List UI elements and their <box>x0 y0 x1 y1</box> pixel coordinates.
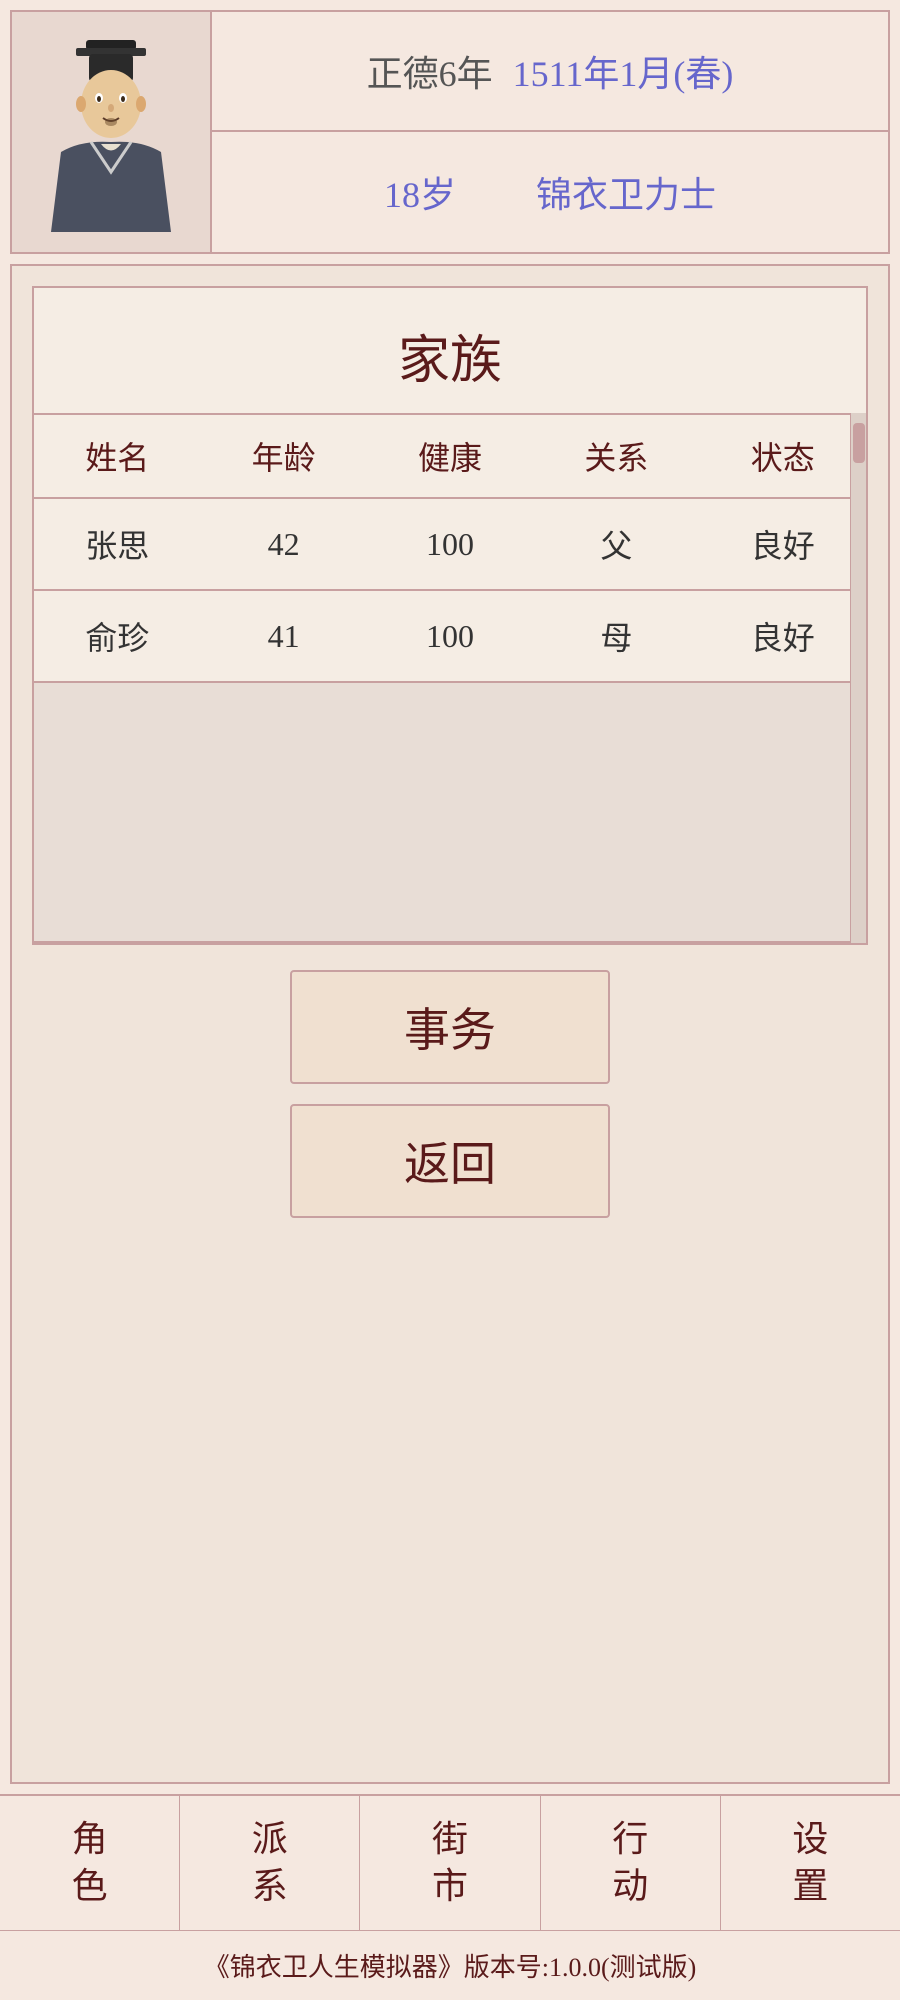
member-name-0: 张思 <box>34 498 200 590</box>
member-health-0: 100 <box>367 498 533 590</box>
affairs-button[interactable]: 事务 <box>290 970 610 1084</box>
nav-item-market[interactable]: 街市 <box>360 1796 540 1930</box>
header-title: 锦衣卫力士 <box>536 166 716 218</box>
member-status-1: 良好 <box>700 590 866 682</box>
member-age-0: 42 <box>200 498 366 590</box>
action-buttons: 事务 返回 <box>32 970 868 1238</box>
col-age: 年龄 <box>200 414 366 498</box>
footer: 《锦衣卫人生模拟器》版本号:1.0.0(测试版) <box>0 1930 900 2000</box>
col-relation: 关系 <box>533 414 699 498</box>
header-date-row: 正德6年 1511年1月(春) <box>212 12 888 132</box>
family-panel: 家族 姓名 年龄 健康 关系 状态 张思 42 100 <box>32 286 868 945</box>
member-relation-1: 母 <box>533 590 699 682</box>
scrollbar[interactable] <box>850 413 866 943</box>
back-button[interactable]: 返回 <box>290 1104 610 1218</box>
header-date: 1511年1月(春) <box>513 45 734 97</box>
col-status: 状态 <box>700 414 866 498</box>
family-title: 家族 <box>34 288 866 413</box>
member-relation-0: 父 <box>533 498 699 590</box>
main-content: 家族 姓名 年龄 健康 关系 状态 张思 42 100 <box>10 264 890 1784</box>
family-table: 姓名 年龄 健康 关系 状态 张思 42 100 父 良好 <box>34 413 866 943</box>
table-row[interactable]: 张思 42 100 父 良好 <box>34 498 866 590</box>
member-name-1: 俞珍 <box>34 590 200 682</box>
scroll-thumb <box>853 423 865 463</box>
footer-text: 《锦衣卫人生模拟器》版本号:1.0.0(测试版) <box>204 1953 697 1982</box>
member-age-1: 41 <box>200 590 366 682</box>
header-year: 正德6年 <box>367 45 493 97</box>
col-name: 姓名 <box>34 414 200 498</box>
empty-area <box>34 682 866 942</box>
family-table-container: 姓名 年龄 健康 关系 状态 张思 42 100 父 良好 <box>34 413 866 943</box>
col-health: 健康 <box>367 414 533 498</box>
member-status-0: 良好 <box>700 498 866 590</box>
table-header-row: 姓名 年龄 健康 关系 状态 <box>34 414 866 498</box>
nav-item-action[interactable]: 行动 <box>541 1796 721 1930</box>
nav-item-character[interactable]: 角色 <box>0 1796 180 1930</box>
header: 正德6年 1511年1月(春) 18岁 锦衣卫力士 <box>10 10 890 254</box>
header-info: 正德6年 1511年1月(春) 18岁 锦衣卫力士 <box>212 12 888 252</box>
table-row[interactable]: 俞珍 41 100 母 良好 <box>34 590 866 682</box>
bottom-nav: 角色 派系 街市 行动 设置 <box>0 1794 900 1930</box>
header-age: 18岁 <box>384 166 456 218</box>
member-health-1: 100 <box>367 590 533 682</box>
avatar <box>12 12 212 252</box>
header-status-row: 18岁 锦衣卫力士 <box>212 132 888 252</box>
nav-item-settings[interactable]: 设置 <box>721 1796 900 1930</box>
nav-item-faction[interactable]: 派系 <box>180 1796 360 1930</box>
